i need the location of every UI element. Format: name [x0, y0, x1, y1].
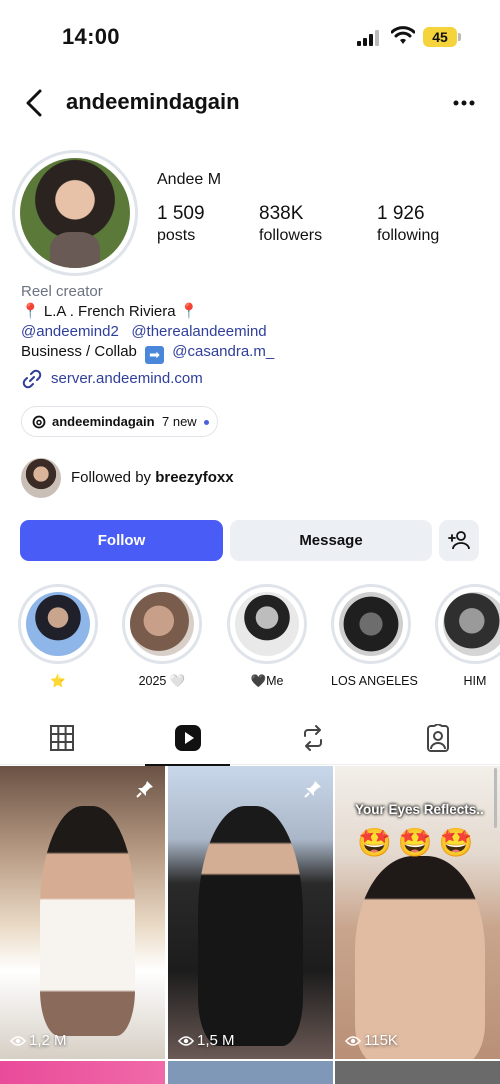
eye-icon: [344, 1036, 362, 1046]
highlight-ring: [331, 584, 411, 664]
bio-collab-text: Business / Collab: [21, 343, 137, 360]
tab-reposts[interactable]: [250, 712, 375, 765]
arrow-right-icon: ➡: [145, 346, 165, 364]
reels-icon: [175, 725, 201, 751]
highlight-label: ⭐: [50, 674, 66, 688]
pinned-icon: [304, 781, 321, 798]
status-time: 14:00: [62, 24, 120, 49]
tab-tagged[interactable]: [375, 712, 500, 765]
battery-cap: [458, 33, 461, 41]
tab-reels[interactable]: [125, 712, 250, 766]
bio-collab-line: Business / Collab ➡ @casandra.m_: [21, 343, 274, 364]
highlight-ring: [122, 584, 202, 664]
highlight-cover: [339, 592, 403, 656]
reel-thumbnail[interactable]: 1,5 M: [168, 766, 333, 1059]
cellular-signal-icon: [357, 30, 379, 46]
location-pin-icon: 📍: [179, 303, 199, 320]
bio-location: L.A . French Riviera: [43, 303, 176, 320]
followers-count: 838K: [259, 203, 304, 224]
avatar: [21, 458, 61, 498]
tagged-icon: [427, 724, 449, 752]
add-user-icon: [448, 531, 470, 550]
threads-handle: andeemindagain: [52, 414, 155, 429]
battery-level: 45: [423, 27, 457, 47]
highlight-cover: [443, 592, 500, 656]
message-button[interactable]: Message: [230, 520, 432, 561]
reel-emoji-overlay: 🤩🤩🤩: [357, 827, 480, 858]
stat-followers[interactable]: 838K followers: [259, 203, 322, 245]
link-icon: [22, 369, 42, 389]
eye-icon: [177, 1036, 195, 1046]
location-pin-icon: 📍: [21, 303, 40, 320]
bio-location-line: 📍 L.A . French Riviera 📍: [21, 302, 198, 320]
followed-by-text: Followed by breezyfoxx: [71, 469, 234, 486]
wifi-icon: [391, 26, 415, 44]
reel-image: [40, 806, 135, 1036]
stat-posts[interactable]: 1 509 posts: [157, 203, 205, 245]
chevron-left-icon: [26, 89, 42, 117]
story-highlight[interactable]: LOS ANGELES: [331, 584, 418, 688]
reel-image: [198, 806, 303, 1046]
eye-icon: [9, 1036, 27, 1046]
reel-thumbnail[interactable]: 1,2 M: [0, 766, 165, 1059]
profile-header: andeemindagain: [0, 75, 500, 131]
status-bar: 14:00 45: [0, 0, 500, 75]
website-url: server.andeemind.com: [51, 370, 203, 387]
story-highlight[interactable]: HIM: [435, 584, 500, 688]
repost-icon: [304, 725, 322, 751]
highlight-cover: [130, 592, 194, 656]
reel-image: [355, 856, 485, 1059]
highlight-ring: [435, 584, 500, 664]
highlight-ring: [18, 584, 98, 664]
story-highlight[interactable]: ⭐: [18, 584, 98, 689]
pinned-icon: [136, 781, 153, 798]
threads-icon: [32, 415, 46, 429]
bio-category: Reel creator: [21, 283, 103, 300]
stat-following[interactable]: 1 926 following: [377, 203, 439, 245]
bio-mentions-line: @andeemind2 @therealandeemind: [21, 323, 267, 340]
following-label: following: [377, 227, 440, 244]
profile-tabs: [0, 712, 500, 766]
more-options-button[interactable]: [448, 89, 480, 117]
story-highlight[interactable]: 2025 🤍: [122, 584, 202, 689]
following-count: 1 926: [377, 203, 425, 224]
reel-caption: Your Eyes Reflects..: [355, 802, 484, 817]
profile-avatar[interactable]: [20, 158, 130, 268]
highlight-label: 2025 🤍: [138, 674, 186, 688]
bio-mention-link[interactable]: @andeemind2: [21, 323, 119, 340]
threads-new-count: 7 new: [162, 414, 197, 429]
reel-thumbnail[interactable]: Your Eyes Reflects.. 🤩🤩🤩 115K: [335, 766, 500, 1059]
highlight-label: 🖤Me: [250, 674, 284, 688]
reel-thumbnail[interactable]: [0, 1061, 165, 1084]
scrollbar[interactable]: [494, 768, 497, 828]
follow-button[interactable]: Follow: [20, 520, 223, 561]
highlight-label: HIM: [463, 674, 487, 688]
reel-view-count: 1,5 M: [177, 1032, 235, 1049]
more-horizontal-icon: [453, 100, 475, 106]
posts-label: posts: [157, 227, 196, 244]
highlight-cover: [235, 592, 299, 656]
posts-count: 1 509: [157, 203, 205, 224]
bio-mention-link[interactable]: @casandra.m_: [172, 343, 274, 360]
reel-thumbnail[interactable]: [168, 1061, 333, 1084]
reel-view-count: 115K: [344, 1032, 398, 1049]
story-highlight[interactable]: 🖤Me: [227, 584, 307, 689]
suggested-users-button[interactable]: [439, 520, 479, 561]
reel-view-count: 1,2 M: [9, 1032, 67, 1049]
threads-badge[interactable]: andeemindagain 7 new: [21, 406, 218, 437]
highlight-label: LOS ANGELES: [331, 674, 418, 688]
display-name: Andee M: [157, 171, 222, 188]
tab-grid[interactable]: [0, 712, 125, 765]
grid-icon: [50, 725, 74, 751]
highlight-cover: [26, 592, 90, 656]
page-title: andeemindagain: [66, 89, 240, 114]
highlight-ring: [227, 584, 307, 664]
new-indicator-dot: [204, 420, 209, 425]
followers-label: followers: [259, 227, 323, 244]
back-button[interactable]: [20, 87, 50, 119]
bio-mention-link[interactable]: @therealandeemind: [131, 323, 266, 340]
reel-thumbnail[interactable]: [335, 1061, 500, 1084]
